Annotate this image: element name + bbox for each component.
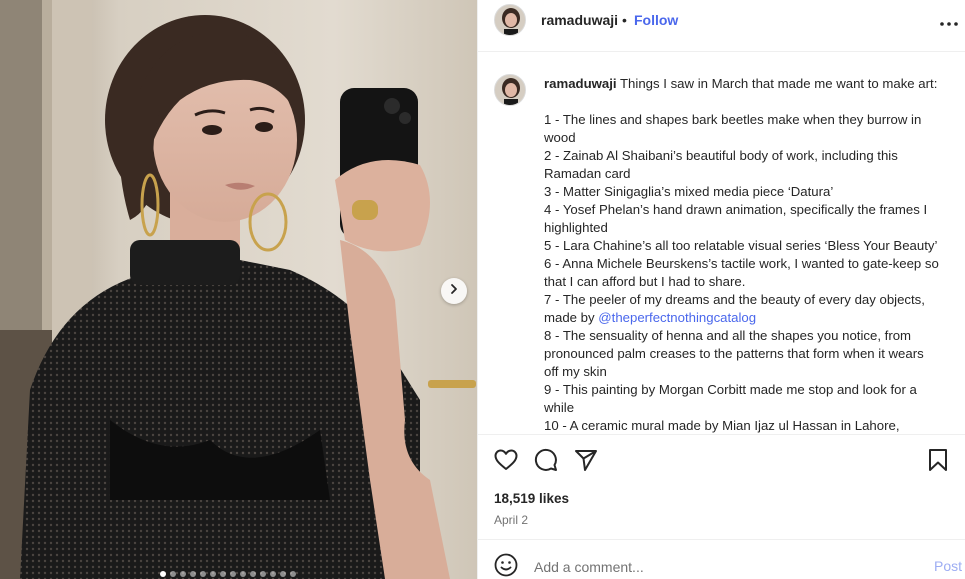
comment-icon — [534, 448, 558, 477]
post-image-carousel[interactable] — [0, 0, 477, 579]
carousel-dot — [170, 571, 176, 577]
comment-input[interactable] — [534, 556, 914, 578]
carousel-dot — [190, 571, 196, 577]
caption-line: 6 - Anna Michele Beurskens’s tactile wor… — [544, 256, 939, 271]
post-photo — [0, 0, 477, 579]
caption-line: that I can afford but I had to share. — [544, 274, 746, 289]
likes-count[interactable]: 18,519 likes — [494, 491, 569, 506]
caption-line: Ramadan card — [544, 166, 631, 181]
caption-author-avatar[interactable] — [494, 74, 526, 106]
post-actions: 18,519 likes April 2 — [478, 434, 965, 539]
emoji-button[interactable] — [493, 553, 519, 579]
caption-username[interactable]: ramaduwaji — [544, 76, 617, 91]
carousel-dot — [180, 571, 186, 577]
carousel-dot — [280, 571, 286, 577]
add-comment-bar: Post — [478, 539, 965, 579]
author-username[interactable]: ramaduwaji — [541, 12, 618, 28]
post-comment-button[interactable]: Post — [934, 558, 962, 574]
instagram-post: ramaduwaji • Follow ramaduwaji Things I … — [0, 0, 965, 579]
caption-line: while — [544, 400, 575, 415]
mention-link[interactable]: @theperfectnothingcatalog — [598, 310, 756, 325]
comment-button[interactable] — [533, 448, 559, 477]
caption-line: off my skin — [544, 364, 607, 379]
chevron-right-icon — [448, 282, 460, 300]
caption-section: ramaduwaji Things I saw in March that ma… — [478, 53, 965, 434]
post-date[interactable]: April 2 — [494, 513, 528, 527]
more-icon — [940, 13, 958, 31]
share-button[interactable] — [573, 449, 599, 475]
carousel-dot — [240, 571, 246, 577]
caption-line: pronounced palm creases to the patterns … — [544, 346, 924, 361]
caption-line: 9 - This painting by Morgan Corbitt made… — [544, 382, 917, 397]
like-button[interactable] — [493, 449, 519, 475]
carousel-indicator — [160, 571, 296, 577]
carousel-dot — [230, 571, 236, 577]
caption-line: 7 - The peeler of my dreams and the beau… — [544, 292, 925, 307]
bookmark-icon — [928, 448, 948, 477]
caption-line: 10 - A ceramic mural made by Mian Ijaz u… — [544, 418, 900, 433]
caption-line: 5 - Lara Chahine’s all too relatable vis… — [544, 238, 938, 253]
caption-line: highlighted — [544, 220, 608, 235]
caption-line: wood — [544, 130, 576, 145]
heart-icon — [494, 449, 518, 476]
carousel-dot — [160, 571, 166, 577]
carousel-dot — [260, 571, 266, 577]
carousel-dot — [290, 571, 296, 577]
emoji-icon — [494, 553, 518, 579]
post-header: ramaduwaji • Follow — [478, 0, 965, 52]
caption-line: 4 - Yosef Phelan’s hand drawn animation,… — [544, 202, 928, 217]
carousel-next-button[interactable] — [441, 278, 467, 304]
caption-intro: Things I saw in March that made me want … — [620, 76, 938, 91]
header-separator: • — [622, 12, 627, 28]
more-options-button[interactable] — [939, 12, 959, 32]
caption-line: 2 - Zainab Al Shaibani’s beautiful body … — [544, 148, 898, 163]
follow-button[interactable]: Follow — [634, 12, 678, 28]
share-icon — [574, 448, 598, 477]
caption-line: 8 - The sensuality of henna and all the … — [544, 328, 912, 343]
carousel-dot — [220, 571, 226, 577]
caption-line: 3 - Matter Sinigaglia’s mixed media piec… — [544, 184, 834, 199]
carousel-dot — [200, 571, 206, 577]
caption-line: 1 - The lines and shapes bark beetles ma… — [544, 112, 922, 127]
carousel-dot — [270, 571, 276, 577]
post-details-panel: ramaduwaji • Follow ramaduwaji Things I … — [477, 0, 965, 579]
save-button[interactable] — [925, 448, 951, 477]
post-caption: ramaduwaji Things I saw in March that ma… — [544, 75, 962, 434]
carousel-dot — [210, 571, 216, 577]
author-avatar[interactable] — [494, 4, 526, 36]
caption-line: made by — [544, 310, 595, 325]
carousel-dot — [250, 571, 256, 577]
